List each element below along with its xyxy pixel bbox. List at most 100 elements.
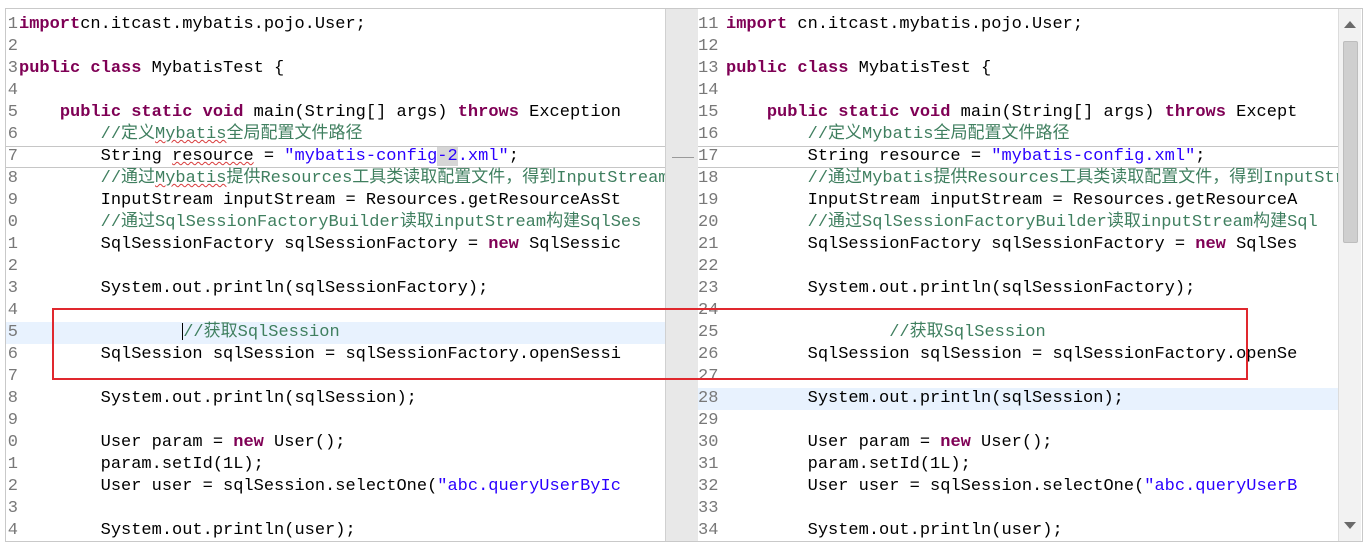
diff-connector	[672, 157, 694, 158]
code-line[interactable]: 34 System.out.println(user);	[698, 520, 1338, 541]
line-number: 7	[7, 147, 18, 166]
code-token: resource	[172, 147, 254, 166]
code-text: User param = new User();	[726, 432, 1053, 454]
code-token: public	[59, 103, 122, 122]
code-token: 提供Resources工具类读取配置文件，得到InputStream	[226, 169, 665, 188]
code-token: throws	[457, 103, 519, 122]
code-token: SqlSession sqlSession = sqlSessionFactor…	[726, 345, 1298, 364]
code-line[interactable]: 24	[698, 300, 1338, 322]
code-line[interactable]: 1 param.setId(1L);	[6, 454, 665, 476]
line-number: 9	[7, 191, 18, 210]
code-token: //通过SqlSessionFactoryBuilder读取inputStrea…	[807, 213, 1318, 232]
code-token: Mybatis	[155, 169, 227, 188]
code-line[interactable]: 1 importcn.itcast.mybatis.pojo.User;	[6, 14, 665, 36]
line-number: 23	[698, 279, 719, 298]
code-token: ;	[1195, 147, 1206, 166]
line-number: 28	[698, 389, 719, 408]
right-code-pane[interactable]: 11 import cn.itcast.mybatis.pojo.User; 12 1…	[698, 9, 1338, 541]
code-line[interactable]: 27	[698, 366, 1338, 388]
code-line[interactable]: 19 InputStream inputStream = Resources.g…	[698, 190, 1338, 212]
code-line[interactable]: 15 public static void main(String[] args…	[698, 102, 1338, 124]
line-number: 31	[698, 455, 719, 474]
code-line[interactable]: 3 System.out.println(sqlSessionFactory);	[6, 278, 665, 300]
code-line[interactable]: 16 //定义Mybatis全局配置文件路径	[698, 124, 1338, 146]
code-line[interactable]: 3	[6, 498, 665, 520]
scrollbar-thumb[interactable]	[1343, 41, 1358, 243]
code-line[interactable]: 7 String resource = "mybatis-config-2.xm…	[6, 146, 665, 168]
code-token: String resource =	[726, 147, 992, 166]
code-line[interactable]: 9	[6, 410, 665, 432]
vertical-scrollbar[interactable]	[1338, 9, 1361, 541]
code-text: InputStream inputStream = Resources.getR…	[19, 190, 621, 212]
line-number: 8	[7, 169, 18, 188]
code-line[interactable]: 2	[6, 36, 665, 58]
code-line[interactable]: 33	[698, 498, 1338, 520]
code-line[interactable]: 4 System.out.println(user);	[6, 520, 665, 541]
code-line[interactable]: 11 import cn.itcast.mybatis.pojo.User;	[698, 14, 1338, 36]
code-line[interactable]: 0 //通过SqlSessionFactoryBuilder读取inputStr…	[6, 212, 665, 234]
line-number: 1	[7, 15, 18, 34]
code-token: User param =	[726, 433, 941, 452]
code-line[interactable]: 30 User param = new User();	[698, 432, 1338, 454]
code-line[interactable]: 20 //通过SqlSessionFactoryBuilder读取inputSt…	[698, 212, 1338, 234]
code-line[interactable]: 25 //获取SqlSession	[698, 322, 1338, 344]
scroll-up-icon[interactable]	[1344, 21, 1356, 28]
code-line[interactable]: 31 param.setId(1L);	[698, 454, 1338, 476]
line-number: 32	[698, 477, 719, 496]
code-line[interactable]: 2	[6, 256, 665, 278]
code-line[interactable]: 26 SqlSession sqlSession = sqlSessionFac…	[698, 344, 1338, 366]
code-line[interactable]: 6 SqlSession sqlSession = sqlSessionFact…	[6, 344, 665, 366]
code-line[interactable]: 23 System.out.println(sqlSessionFactory)…	[698, 278, 1338, 300]
code-line[interactable]: 2 User user = sqlSession.selectOne("abc.…	[6, 476, 665, 498]
code-text: //通过Mybatis提供Resources工具类读取配置文件，得到InputS…	[19, 168, 665, 190]
code-token: public	[19, 59, 81, 78]
code-token: InputStream inputStream = Resources.getR…	[726, 191, 1298, 210]
code-token: "mybatis-config.xml"	[991, 147, 1196, 166]
code-line[interactable]: 5 public static void main(String[] args)…	[6, 102, 665, 124]
left-code-pane[interactable]: 1 importcn.itcast.mybatis.pojo.User; 2 3 pub…	[6, 9, 665, 541]
diff-center-gutter	[665, 9, 700, 541]
code-line[interactable]: 22	[698, 256, 1338, 278]
code-line[interactable]: 5 //获取SqlSession	[6, 322, 665, 344]
line-number: 9	[7, 411, 18, 430]
code-line[interactable]: 21 SqlSessionFactory sqlSessionFactory =…	[698, 234, 1338, 256]
code-line[interactable]: 3 public class MybatisTest {	[6, 58, 665, 80]
code-line[interactable]: 17 String resource = "mybatis-config.xml…	[698, 146, 1338, 168]
code-line[interactable]: 9 InputStream inputStream = Resources.ge…	[6, 190, 665, 212]
code-token: void	[909, 103, 951, 122]
code-token: -2	[437, 147, 458, 166]
code-text: public class MybatisTest {	[726, 58, 991, 80]
code-text: SqlSessionFactory sqlSessionFactory = ne…	[19, 234, 621, 256]
code-line[interactable]: 18 //通过Mybatis提供Resources工具类读取配置文件，得到Inp…	[698, 168, 1338, 190]
code-line[interactable]: 4	[6, 80, 665, 102]
line-number: 0	[7, 433, 18, 452]
code-line[interactable]: 13 public class MybatisTest {	[698, 58, 1338, 80]
scroll-down-icon[interactable]	[1344, 522, 1356, 529]
code-line[interactable]: 12	[698, 36, 1338, 58]
code-text: InputStream inputStream = Resources.getR…	[726, 190, 1298, 212]
code-token: param.setId(1L);	[726, 455, 971, 474]
line-number: 33	[698, 499, 719, 518]
code-line[interactable]: 32 User user = sqlSession.selectOne("abc…	[698, 476, 1338, 498]
code-line[interactable]: 14	[698, 80, 1338, 102]
code-text: System.out.println(sqlSessionFactory);	[19, 278, 489, 300]
code-token: System.out.println(sqlSessionFactory);	[726, 279, 1196, 298]
code-token: "mybatis-config	[284, 147, 438, 166]
code-text: //定义Mybatis全局配置文件路径	[19, 124, 363, 146]
code-line[interactable]: 8 //通过Mybatis提供Resources工具类读取配置文件，得到Inpu…	[6, 168, 665, 190]
code-line[interactable]: 0 User param = new User();	[6, 432, 665, 454]
code-line[interactable]: 29	[698, 410, 1338, 432]
code-line[interactable]: 1 SqlSessionFactory sqlSessionFactory = …	[6, 234, 665, 256]
line-number: 21	[698, 235, 719, 254]
code-token: static	[131, 103, 193, 122]
code-text: //获取SqlSession	[19, 322, 340, 344]
code-line[interactable]: 7	[6, 366, 665, 388]
code-line[interactable]: 8 System.out.println(sqlSession);	[6, 388, 665, 410]
code-line[interactable]: 28 System.out.println(sqlSession);	[698, 388, 1338, 410]
code-line[interactable]: 6 //定义Mybatis全局配置文件路径	[6, 124, 665, 146]
code-line[interactable]: 4	[6, 300, 665, 322]
